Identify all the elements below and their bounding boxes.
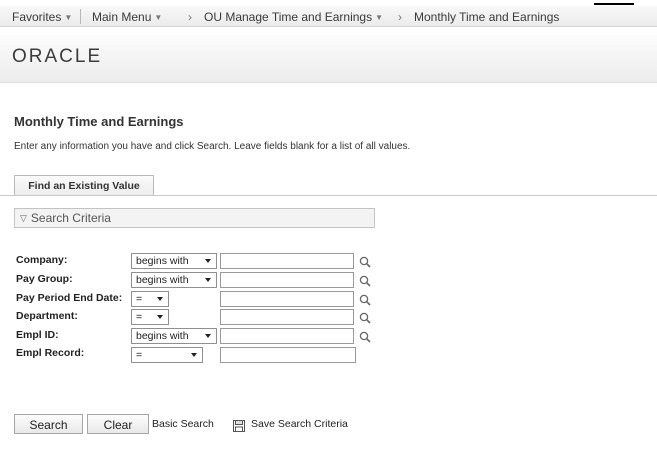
- page-title: Monthly Time and Earnings: [14, 114, 184, 129]
- magnifier-icon[interactable]: [359, 275, 371, 287]
- pay-group-input[interactable]: [220, 272, 354, 288]
- empl-record-label: Empl Record:: [16, 347, 85, 359]
- pay-period-end-date-operator-select[interactable]: =: [131, 291, 169, 307]
- floppy-disk-icon[interactable]: [233, 420, 245, 432]
- empl-record-operator-value: =: [136, 349, 143, 361]
- department-input[interactable]: [220, 309, 354, 325]
- empl-id-operator-select[interactable]: begins with: [131, 328, 217, 344]
- breadcrumb-separator: ›: [398, 10, 402, 24]
- pay-group-operator-value: begins with: [136, 274, 189, 286]
- clear-button[interactable]: Clear: [87, 414, 149, 434]
- pay-period-end-date-label: Pay Period End Date:: [16, 292, 123, 304]
- pay-period-operator-value: =: [136, 293, 143, 305]
- triangle-down-icon: ▽: [20, 213, 27, 223]
- top-navigation-bar: Favorites ▼ Main Menu ▼ › OU Manage Time a…: [0, 6, 657, 27]
- favorites-label: Favorites: [12, 10, 62, 24]
- breadcrumb-ou-manage[interactable]: OU Manage Time and Earnings ▼: [204, 10, 383, 24]
- breadcrumb-separator: ›: [188, 10, 192, 24]
- nav-divider: [80, 9, 81, 24]
- favorites-menu[interactable]: Favorites ▼: [12, 10, 72, 24]
- chevron-down-icon: [205, 278, 211, 282]
- search-button[interactable]: Search: [14, 414, 83, 434]
- empl-id-operator-value: begins with: [136, 330, 189, 342]
- empl-id-label: Empl ID:: [16, 329, 59, 341]
- empl-record-input[interactable]: [220, 347, 356, 363]
- empl-record-operator-select[interactable]: =: [131, 347, 203, 363]
- chevron-down-icon: [205, 334, 211, 338]
- main-menu-label: Main Menu: [92, 10, 152, 24]
- chevron-down-icon: [191, 353, 197, 357]
- magnifier-icon[interactable]: [359, 294, 371, 306]
- oracle-logo: ORACLE: [12, 46, 103, 67]
- chevron-down-icon: ▼: [375, 13, 384, 22]
- department-operator-select[interactable]: =: [131, 309, 169, 325]
- chevron-down-icon: [205, 259, 211, 263]
- pay-group-label: Pay Group:: [16, 273, 73, 285]
- chevron-down-icon: [157, 315, 163, 319]
- company-operator-value: begins with: [136, 255, 189, 267]
- company-label: Company:: [16, 254, 68, 266]
- department-operator-value: =: [136, 311, 143, 323]
- brand-bar: ORACLE: [0, 27, 657, 83]
- tab-find-existing-value[interactable]: Find an Existing Value: [14, 175, 154, 196]
- magnifier-icon[interactable]: [359, 312, 371, 324]
- empl-id-input[interactable]: [220, 328, 354, 344]
- magnifier-icon[interactable]: [359, 256, 371, 268]
- chevron-down-icon: [157, 297, 163, 301]
- search-criteria-toggle[interactable]: ▽ Search Criteria: [14, 208, 375, 228]
- instructions-text: Enter any information you have and click…: [14, 141, 411, 152]
- search-criteria-label: Search Criteria: [30, 211, 111, 225]
- breadcrumb-label: OU Manage Time and Earnings: [204, 10, 373, 24]
- magnifier-icon[interactable]: [359, 331, 371, 343]
- company-operator-select[interactable]: begins with: [131, 253, 217, 269]
- company-input[interactable]: [220, 253, 354, 269]
- pay-period-end-date-input[interactable]: [220, 291, 354, 307]
- save-search-criteria-link[interactable]: Save Search Criteria: [251, 418, 348, 430]
- tab-underline: [0, 195, 657, 196]
- breadcrumb-current[interactable]: Monthly Time and Earnings: [414, 10, 559, 24]
- chevron-down-icon: ▼: [154, 13, 163, 22]
- main-menu[interactable]: Main Menu ▼: [92, 10, 162, 24]
- basic-search-link[interactable]: Basic Search: [152, 418, 214, 430]
- pay-group-operator-select[interactable]: begins with: [131, 272, 217, 288]
- chevron-down-icon: ▼: [64, 13, 73, 22]
- clipped-heading-underline: [594, 3, 634, 5]
- department-label: Department:: [16, 310, 78, 322]
